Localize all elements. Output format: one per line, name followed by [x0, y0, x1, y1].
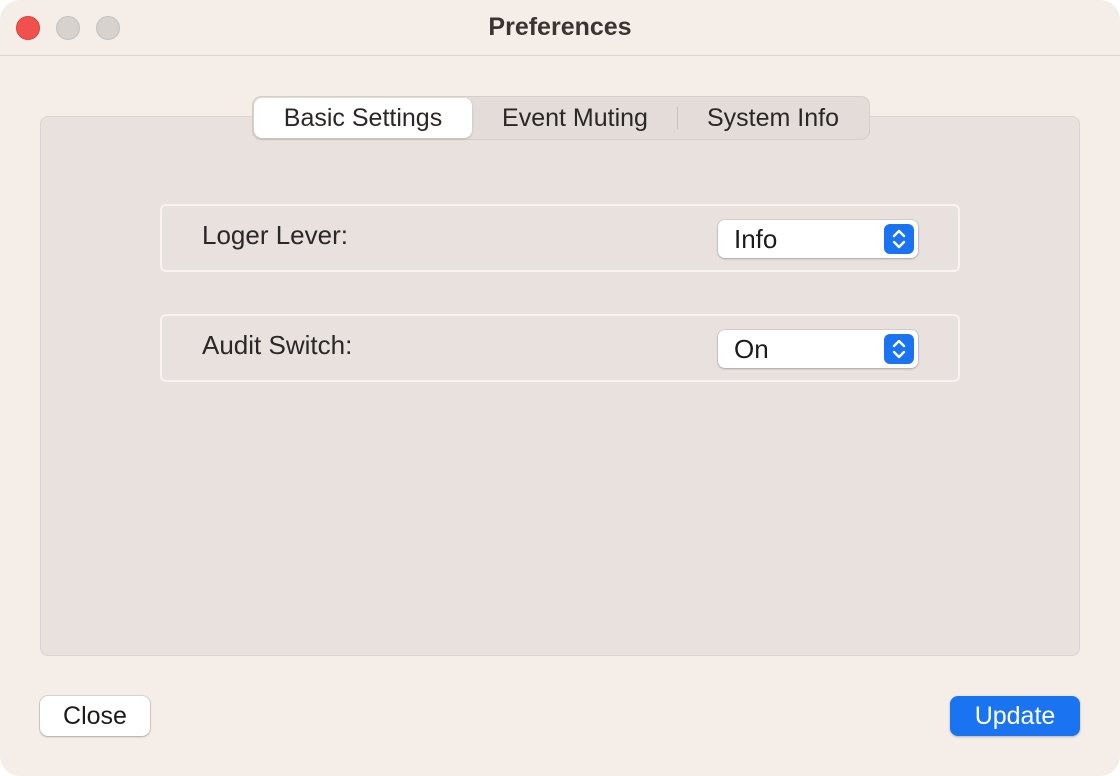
audit-switch-label: Audit Switch: [202, 330, 353, 360]
log-level-label: Loger Lever: [202, 220, 348, 250]
preferences-window: Preferences Basic Settings Event Muting … [0, 0, 1120, 776]
chevron-up-down-icon [884, 224, 914, 254]
audit-switch-row: Audit Switch: On [160, 314, 960, 382]
tab-bar: Basic Settings Event Muting System Info [252, 96, 870, 140]
tab-event-muting[interactable]: Event Muting [473, 97, 677, 139]
audit-switch-value: On [734, 334, 769, 364]
close-button[interactable]: Close [40, 696, 150, 736]
log-level-select[interactable]: Info [718, 220, 918, 258]
audit-switch-select[interactable]: On [718, 330, 918, 368]
tab-system-info[interactable]: System Info [678, 97, 868, 139]
chevron-up-down-icon [884, 334, 914, 364]
title-bar: Preferences [0, 0, 1120, 56]
tab-basic-settings[interactable]: Basic Settings [254, 98, 472, 138]
log-level-row: Loger Lever: Info [160, 204, 960, 272]
update-button[interactable]: Update [950, 696, 1080, 736]
log-level-value: Info [734, 224, 778, 254]
settings-panel [40, 116, 1080, 656]
window-title: Preferences [488, 13, 632, 41]
